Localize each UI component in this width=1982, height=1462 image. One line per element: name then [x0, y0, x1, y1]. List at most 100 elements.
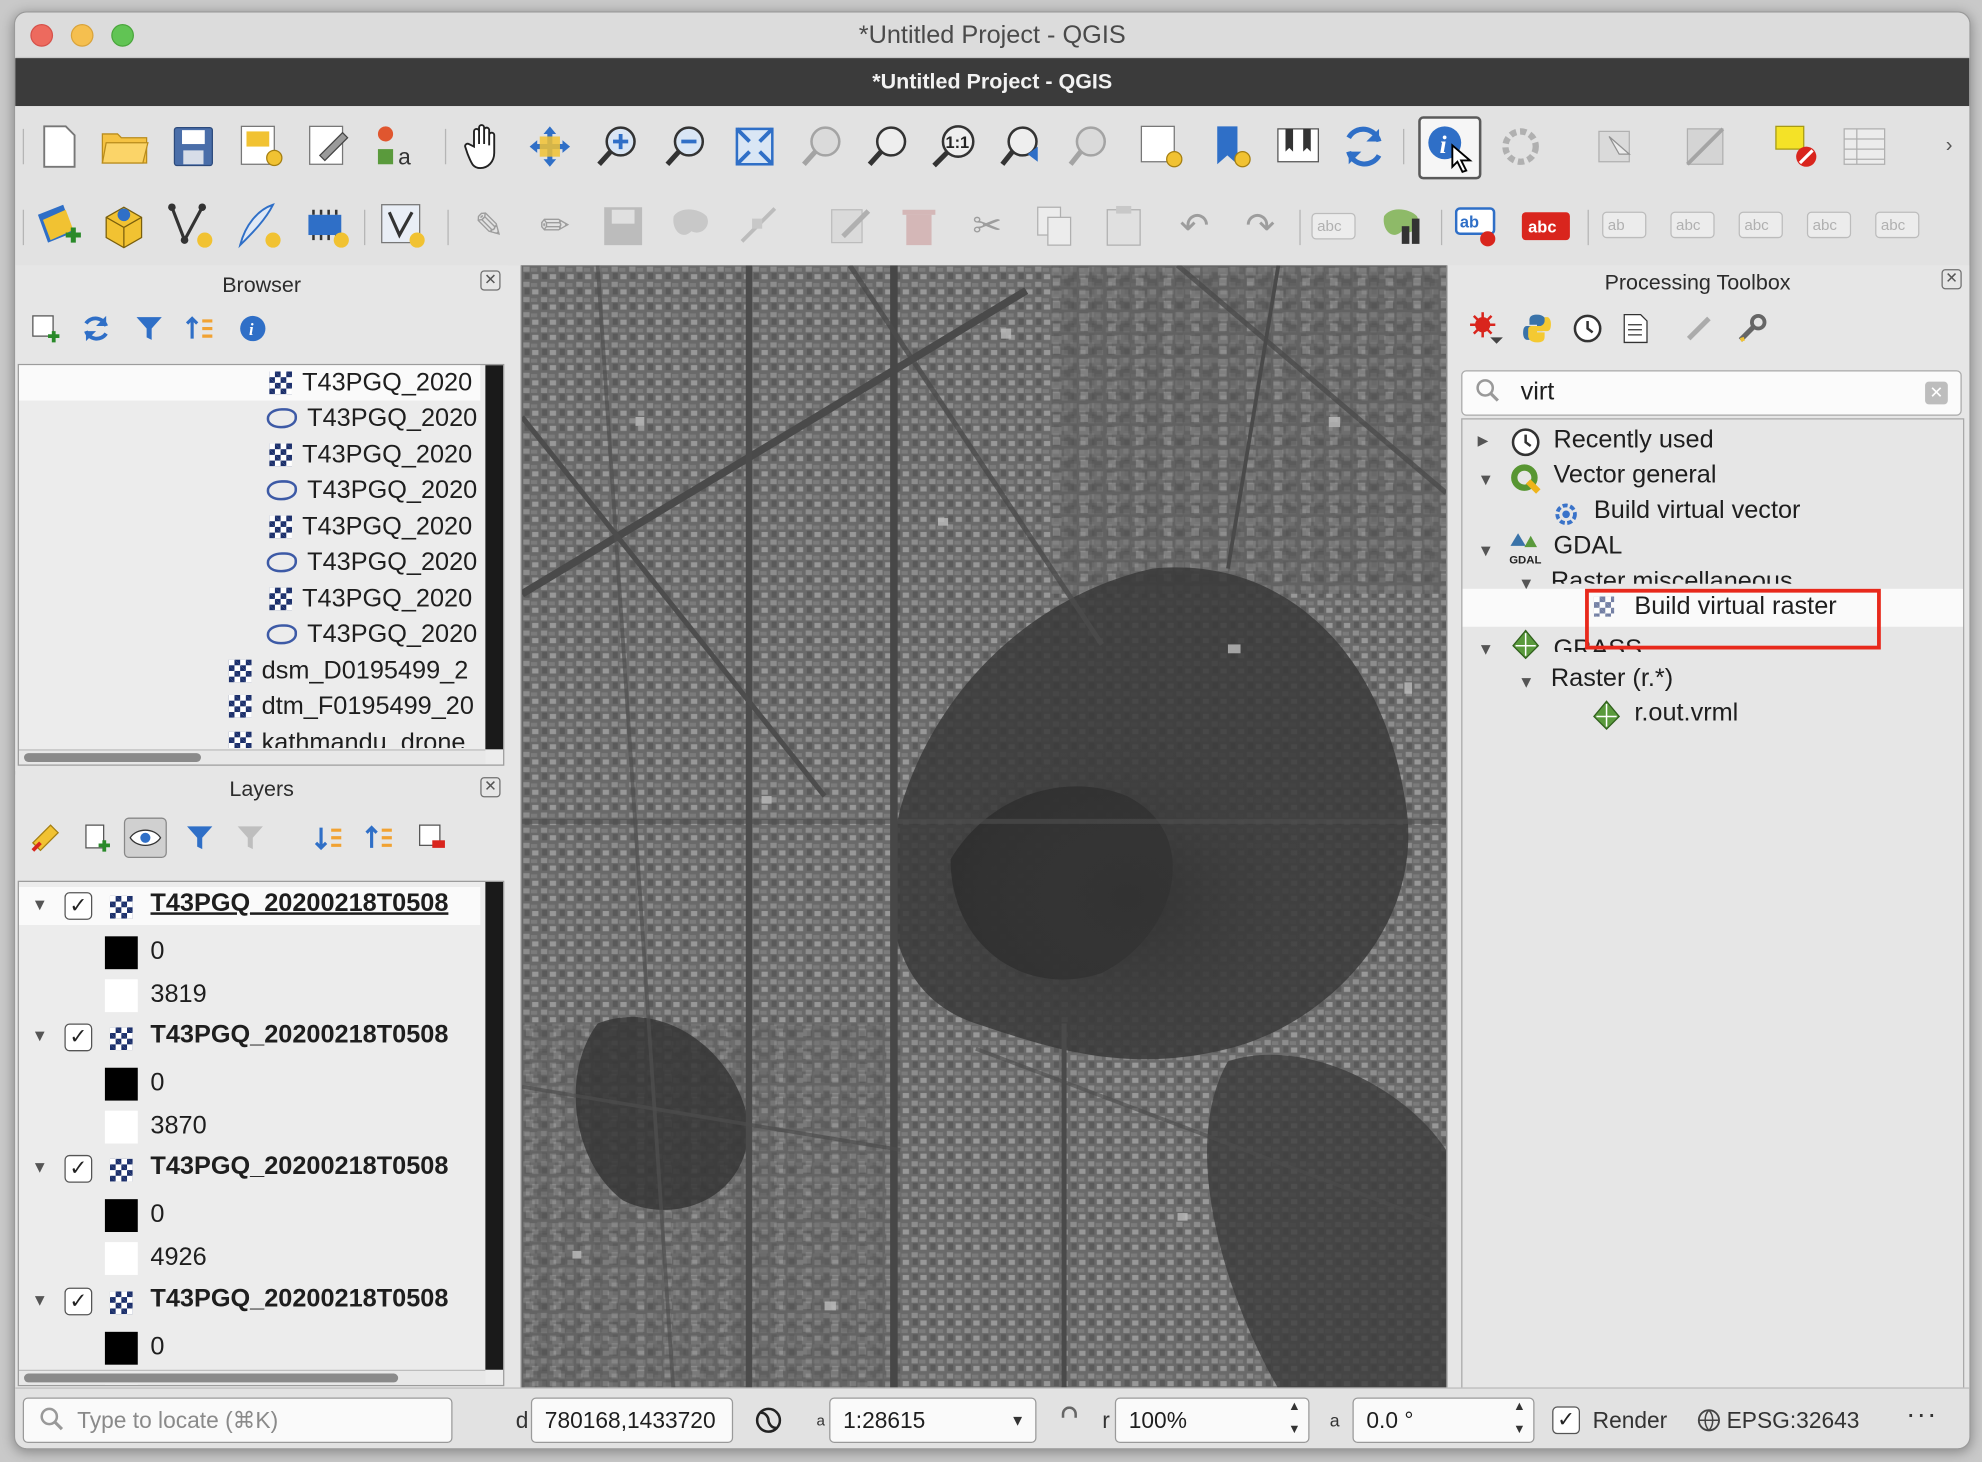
rotation-spinbox[interactable]: 0.0 ° ▲ ▼ [1352, 1396, 1535, 1444]
collapse-all-icon[interactable] [362, 820, 397, 855]
zoom-to-selection-icon[interactable] [796, 120, 849, 173]
zoom-in-icon[interactable] [592, 120, 645, 173]
expand-all-icon[interactable] [311, 820, 346, 855]
tree-item-build-virtual-vector[interactable]: Build virtual vector [1594, 497, 1801, 526]
new-project-icon[interactable] [33, 120, 86, 173]
pan-icon[interactable] [458, 120, 511, 173]
expand-arrow-icon[interactable]: ▼ [1478, 470, 1494, 489]
layers-horizontal-scrollbar[interactable] [18, 1369, 486, 1385]
label-properties-icon[interactable]: abc [1871, 200, 1924, 253]
zoom-native-icon[interactable]: 1:1 [928, 120, 981, 173]
add-selected-layers-icon[interactable] [28, 311, 63, 346]
layout-manager-icon[interactable] [303, 120, 356, 173]
toolbox-search-input[interactable]: virt ✕ [1461, 370, 1962, 416]
expand-arrow-icon[interactable]: ▼ [1478, 541, 1494, 560]
zoom-next-icon[interactable] [1064, 120, 1117, 173]
browser-item[interactable]: T43PGQ_2020 [19, 545, 480, 580]
python-scripts-icon[interactable] [1519, 311, 1554, 346]
deselect-all-icon[interactable] [1770, 120, 1823, 173]
cut-features-icon[interactable]: ✂ [961, 200, 1014, 253]
modify-attributes-icon[interactable] [824, 200, 877, 253]
label-change-icon[interactable]: abc [1802, 200, 1855, 253]
browser-panel-close-icon[interactable]: ✕ [480, 270, 501, 291]
deselect-icon[interactable] [1679, 120, 1732, 173]
new-map-view-icon[interactable] [1135, 120, 1188, 173]
expand-arrow-icon[interactable]: ▼ [32, 895, 48, 914]
zoom-to-layer-icon[interactable] [862, 120, 915, 173]
manage-map-themes-icon[interactable] [123, 817, 167, 858]
layers-vertical-scrollbar[interactable] [485, 881, 504, 1370]
toggle-extents-icon[interactable] [753, 1398, 783, 1443]
new-bookmark-icon[interactable] [1206, 120, 1259, 173]
add-group-icon[interactable] [78, 820, 113, 855]
layer-visibility-checkbox[interactable]: ✓ [64, 1287, 93, 1316]
redo-icon[interactable]: ↷ [1234, 200, 1287, 253]
attribute-table-icon[interactable] [1838, 120, 1891, 173]
tree-item-raster-miscellaneous[interactable]: Raster miscellaneous [1551, 566, 1793, 583]
new-spatialite-icon[interactable] [233, 200, 286, 253]
show-bookmarks-icon[interactable] [1272, 120, 1325, 173]
tree-item-recently-used[interactable]: Recently used [1553, 426, 1713, 455]
zoom-last-icon[interactable] [996, 120, 1049, 173]
save-edits-icon[interactable] [597, 200, 650, 253]
browser-item[interactable]: kathmandu_drone [19, 725, 480, 749]
browser-item[interactable]: T43PGQ_2020 [19, 617, 480, 652]
magnifier-spinbox[interactable]: 100% ▲ ▼ [1114, 1397, 1310, 1444]
refresh-icon[interactable] [1337, 120, 1390, 173]
layers-panel-close-icon[interactable]: ✕ [480, 777, 501, 798]
layer-visibility-checkbox[interactable]: ✓ [64, 1154, 93, 1183]
layers-filter-icon[interactable] [182, 820, 217, 855]
layer-visibility-checkbox[interactable]: ✓ [64, 892, 93, 920]
tree-item-raster-r[interactable]: Raster (r.*) [1551, 665, 1673, 694]
label-toolbar-icon[interactable]: abc [1307, 200, 1360, 253]
label-highlight-icon[interactable]: abc [1519, 200, 1572, 253]
layer-name[interactable]: T43PGQ_20200218T0508 [150, 1285, 481, 1314]
browser-filter-icon[interactable] [131, 311, 166, 346]
new-geopackage-icon[interactable] [99, 200, 152, 253]
zoom-full-icon[interactable] [728, 120, 781, 173]
browser-item[interactable]: T43PGQ_2020 [19, 473, 480, 508]
layer-name[interactable]: T43PGQ_20200218T0508 [150, 1152, 481, 1181]
tree-item-gdal[interactable]: GDAL [1553, 532, 1622, 561]
zoom-out-icon[interactable] [660, 120, 713, 173]
browser-item[interactable]: T43PGQ_2020 [19, 581, 480, 616]
results-viewer-icon[interactable] [1618, 311, 1653, 346]
layer-name[interactable]: T43PGQ_20200218T0508 [150, 1021, 481, 1050]
render-checkbox[interactable]: ✓ [1552, 1406, 1581, 1435]
new-print-layout-icon[interactable] [235, 120, 288, 173]
clear-search-icon[interactable]: ✕ [1925, 381, 1948, 405]
spin-arrows-icon[interactable]: ▲ ▼ [1513, 1396, 1526, 1441]
data-source-manager-icon[interactable] [33, 200, 86, 253]
browser-item[interactable]: T43PGQ_2020 [18, 365, 481, 401]
new-shapefile-icon[interactable] [164, 200, 217, 253]
toggle-editing-icon[interactable]: ✏ [528, 200, 581, 253]
open-project-icon[interactable] [99, 120, 152, 173]
remove-layer-icon[interactable] [415, 820, 450, 855]
lock-scale-icon[interactable] [1059, 1398, 1079, 1443]
edit-features-in-place-icon[interactable] [1681, 311, 1716, 346]
browser-item[interactable]: T43PGQ_2020 [19, 401, 480, 436]
delete-selected-icon[interactable] [892, 200, 945, 253]
layers-horizontal-scroll-thumb[interactable] [24, 1373, 399, 1383]
expand-arrow-icon[interactable]: ▼ [32, 1157, 48, 1176]
map-canvas[interactable] [520, 265, 1448, 1389]
label-move-icon[interactable]: ab [1598, 200, 1651, 253]
expand-arrow-icon[interactable]: ▼ [1478, 639, 1494, 658]
label-show-hide-icon[interactable]: abc [1666, 200, 1719, 253]
new-temporary-layer-icon[interactable] [301, 200, 354, 253]
locator-search-input[interactable]: Type to locate (⌘K) [22, 1397, 453, 1444]
browser-item[interactable]: dtm_F0195499_20 [19, 689, 480, 724]
filter-legend-icon[interactable] [233, 820, 268, 855]
crs-button[interactable]: EPSG:32643 [1696, 1398, 1859, 1443]
browser-collapse-icon[interactable] [182, 311, 217, 346]
expand-arrow-icon[interactable]: ▼ [32, 1026, 48, 1045]
layer-name[interactable]: T43PGQ_20200218T0508 [150, 890, 481, 919]
select-icon[interactable] [1588, 120, 1641, 173]
browser-info-icon[interactable]: i [235, 311, 270, 346]
browser-refresh-icon[interactable] [78, 311, 113, 346]
copy-features-icon[interactable] [1029, 200, 1082, 253]
undo-icon[interactable]: ↶ [1168, 200, 1221, 253]
browser-horizontal-scroll-thumb[interactable] [24, 753, 201, 762]
save-project-icon[interactable] [167, 120, 220, 173]
style-manager-icon[interactable]: a [369, 120, 422, 173]
